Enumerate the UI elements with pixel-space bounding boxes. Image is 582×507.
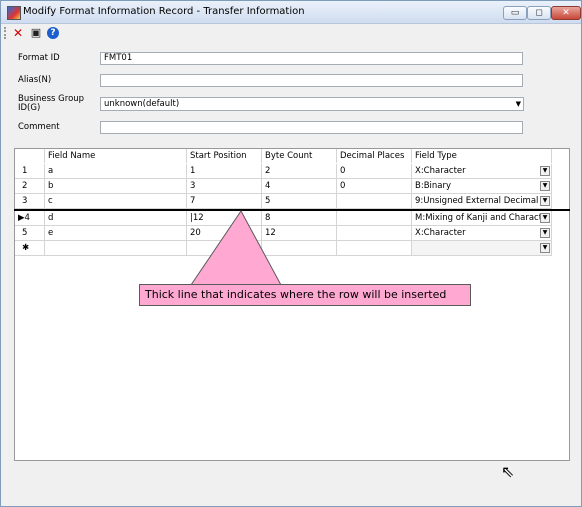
comment-label: Comment	[18, 122, 60, 132]
field-type-cell[interactable]: X:Character ▼	[412, 226, 552, 241]
insertion-line	[14, 209, 570, 211]
start-position-cell[interactable]: 1	[187, 164, 262, 179]
start-position-cell[interactable]	[187, 241, 262, 256]
byte-count-cell[interactable]	[262, 241, 337, 256]
chevron-down-icon[interactable]: ▼	[540, 213, 550, 223]
start-position-cell[interactable]: 3	[187, 179, 262, 194]
chevron-down-icon[interactable]: ▼	[540, 166, 550, 176]
dialog-window: Modify Format Information Record - Trans…	[0, 0, 582, 507]
byte-count-cell[interactable]: 12	[262, 226, 337, 241]
column-header[interactable]: Field Type	[412, 149, 552, 163]
field-type-cell[interactable]: ▼	[412, 241, 552, 256]
start-position-cell[interactable]: |12	[187, 211, 262, 226]
field-type-cell[interactable]: X:Character ▼	[412, 164, 552, 179]
title-bar: Modify Format Information Record - Trans…	[1, 1, 581, 24]
mouse-pointer-icon: ⇖	[501, 462, 515, 481]
field-type-value: X:Character	[415, 228, 466, 238]
field-type-cell[interactable]: M:Mixing of Kanji and Charact... ▼	[412, 211, 552, 226]
business-group-label: Business Group ID(G)	[18, 95, 84, 113]
column-header[interactable]: Start Position	[187, 149, 262, 163]
row-header[interactable]: 3	[15, 194, 45, 209]
close-button[interactable]: ✕	[551, 6, 581, 20]
row-header[interactable]: ▶4	[15, 211, 45, 226]
start-position-cell[interactable]: 20	[187, 226, 262, 241]
row-header[interactable]: 1	[15, 164, 45, 179]
delete-icon[interactable]: ✕	[11, 26, 25, 40]
toolbar: ✕ ▣ ?	[1, 24, 581, 42]
decimal-places-cell[interactable]: 0	[337, 164, 412, 179]
grid-corner	[15, 149, 45, 163]
decimal-places-cell[interactable]	[337, 241, 412, 256]
format-id-label: Format ID	[18, 53, 60, 63]
row-header[interactable]: 2	[15, 179, 45, 194]
decimal-places-cell[interactable]	[337, 194, 412, 209]
field-name-cell[interactable]: e	[45, 226, 187, 241]
chevron-down-icon[interactable]: ▼	[540, 181, 550, 191]
field-name-cell[interactable]: a	[45, 164, 187, 179]
byte-count-cell[interactable]: 4	[262, 179, 337, 194]
app-icon	[7, 6, 21, 20]
business-group-value: unknown(default)	[104, 99, 180, 109]
chevron-down-icon[interactable]: ▼	[516, 100, 521, 108]
alias-field[interactable]	[100, 74, 523, 87]
help-icon[interactable]: ?	[47, 27, 59, 39]
insert-line-callout: Thick line that indicates where the row …	[139, 284, 471, 306]
field-type-cell[interactable]: 9:Unsigned External Decimal ▼	[412, 194, 552, 209]
window-title: Modify Format Information Record - Trans…	[23, 6, 305, 17]
business-group-label-line2: ID(G)	[18, 103, 41, 113]
business-group-select[interactable]: unknown(default) ▼	[100, 97, 524, 111]
format-id-field[interactable]: FMT01	[100, 52, 523, 65]
field-type-value: 9:Unsigned External Decimal	[415, 196, 539, 206]
field-name-cell[interactable]: b	[45, 179, 187, 194]
alias-label: Alias(N)	[18, 75, 52, 85]
start-position-cell[interactable]: 7	[187, 194, 262, 209]
field-type-value: M:Mixing of Kanji and Charact...	[415, 213, 551, 223]
byte-count-cell[interactable]: 2	[262, 164, 337, 179]
field-type-cell[interactable]: B:Binary ▼	[412, 179, 552, 194]
field-name-cell[interactable]	[45, 241, 187, 256]
field-name-cell[interactable]: c	[45, 194, 187, 209]
decimal-places-cell[interactable]: 0	[337, 179, 412, 194]
column-header[interactable]: Field Name	[45, 149, 187, 163]
minimize-button[interactable]: ▭	[503, 6, 527, 20]
row-header[interactable]: 5	[15, 226, 45, 241]
new-row-header[interactable]: ✱	[15, 241, 45, 256]
field-type-value: B:Binary	[415, 181, 452, 191]
decimal-places-cell[interactable]	[337, 211, 412, 226]
field-type-value: X:Character	[415, 166, 466, 176]
byte-count-cell[interactable]: 8	[262, 211, 337, 226]
field-name-cell[interactable]: d	[45, 211, 187, 226]
chevron-down-icon[interactable]: ▼	[540, 243, 550, 253]
column-header[interactable]: Byte Count	[262, 149, 337, 163]
save-icon[interactable]: ▣	[29, 26, 43, 40]
chevron-down-icon[interactable]: ▼	[540, 228, 550, 238]
column-header[interactable]: Decimal Places	[337, 149, 412, 163]
maximize-button[interactable]: ◻	[527, 6, 551, 20]
byte-count-cell[interactable]: 5	[262, 194, 337, 209]
comment-field[interactable]	[100, 121, 523, 134]
chevron-down-icon[interactable]: ▼	[540, 196, 550, 206]
decimal-places-cell[interactable]	[337, 226, 412, 241]
toolbar-grip[interactable]	[4, 27, 8, 39]
